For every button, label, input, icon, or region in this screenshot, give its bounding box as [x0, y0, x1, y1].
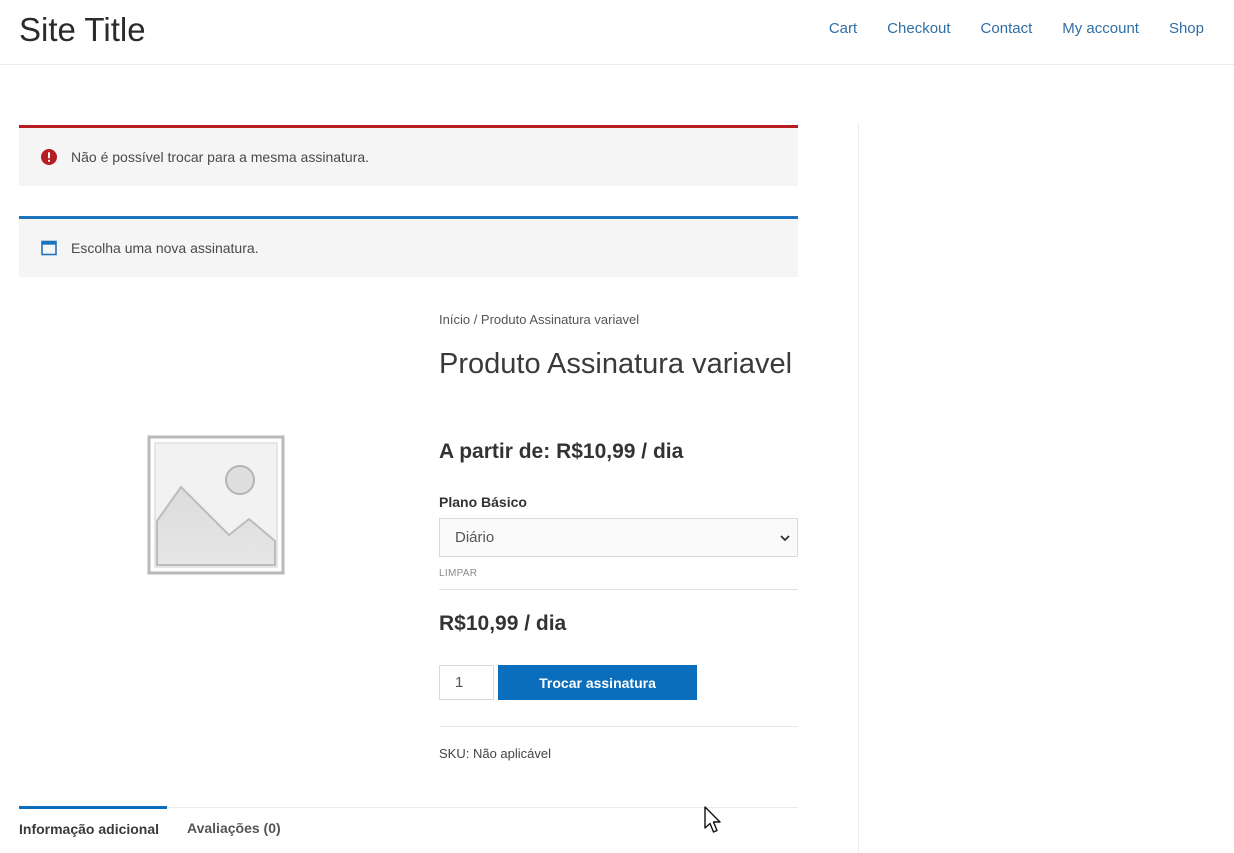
info-notice-text: Escolha uma nova assinatura.	[71, 240, 259, 256]
sku-label: SKU:	[439, 746, 470, 761]
nav-cart[interactable]: Cart	[814, 18, 872, 40]
breadcrumb-separator: /	[470, 312, 481, 327]
main-navigation: Cart Checkout Contact My account Shop	[814, 18, 1204, 40]
error-notice: Não é possível trocar para a mesma assin…	[19, 125, 798, 186]
switch-subscription-button[interactable]: Trocar assinatura	[498, 665, 697, 700]
mouse-cursor-icon	[704, 806, 721, 833]
divider	[439, 726, 798, 727]
site-header: Site Title Cart Checkout Contact My acco…	[0, 0, 1234, 65]
nav-my-account[interactable]: My account	[1047, 18, 1154, 40]
error-notice-text: Não é possível trocar para a mesma assin…	[71, 149, 370, 165]
variation-select[interactable]: Diário	[439, 518, 798, 557]
variation-label: Plano Básico	[439, 494, 527, 510]
nav-shop[interactable]: Shop	[1154, 18, 1204, 40]
breadcrumb-current: Produto Assinatura variavel	[480, 312, 640, 327]
variation-price: R$10,99 / dia	[439, 612, 567, 635]
info-notice: Escolha uma nova assinatura.	[19, 216, 798, 277]
quantity-input[interactable]	[439, 665, 494, 700]
site-title[interactable]: Site Title	[19, 10, 146, 50]
nav-checkout[interactable]: Checkout	[872, 18, 965, 40]
variation-select-value: Diário	[455, 529, 495, 546]
nav-contact[interactable]: Contact	[966, 18, 1048, 40]
product-title: Produto Assinatura variavel	[439, 348, 793, 380]
price-range: A partir de: R$10,99 / dia	[439, 440, 684, 463]
tab-reviews[interactable]: Avaliações (0)	[187, 808, 281, 850]
breadcrumb-home[interactable]: Início	[439, 312, 470, 327]
breadcrumb: Início / Produto Assinatura variavel	[439, 312, 639, 327]
sku-value: Não aplicável	[472, 746, 552, 761]
window-icon	[41, 240, 57, 256]
divider	[439, 589, 798, 590]
tab-additional-information[interactable]: Informação adicional	[19, 806, 167, 848]
sidebar-divider	[858, 124, 859, 853]
exclamation-circle-icon	[41, 149, 57, 165]
image-placeholder-icon[interactable]	[145, 433, 287, 577]
sku: SKU: Não aplicável	[439, 746, 551, 761]
chevron-down-icon	[780, 535, 790, 542]
reset-variations-link[interactable]: LIMPAR	[439, 568, 477, 579]
